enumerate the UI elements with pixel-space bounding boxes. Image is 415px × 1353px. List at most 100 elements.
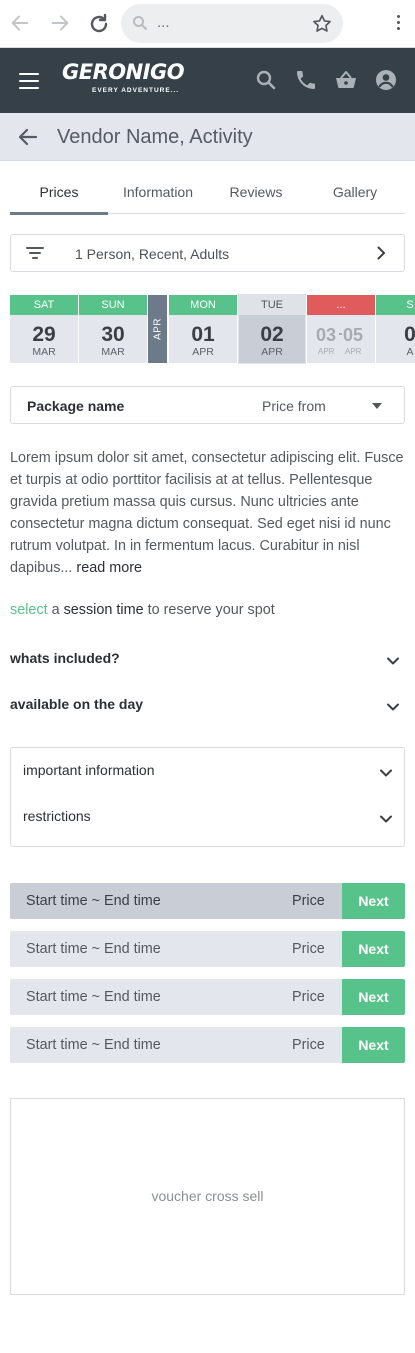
page-title-bar: Vendor Name, Activity bbox=[0, 113, 415, 161]
date-month: APR bbox=[192, 346, 214, 358]
tab-prices[interactable]: Prices bbox=[10, 172, 108, 215]
accordion-label: restrictions bbox=[23, 808, 91, 824]
basket-icon[interactable] bbox=[334, 68, 358, 92]
back-arrow-icon[interactable] bbox=[16, 125, 40, 149]
search-icon bbox=[132, 15, 148, 31]
accordion-label: available on the day bbox=[10, 696, 144, 712]
accordion-label: important information bbox=[23, 762, 155, 778]
accordion-whats-included[interactable]: whats included? bbox=[10, 648, 405, 672]
filter-icon bbox=[26, 246, 44, 260]
tab-gallery[interactable]: Gallery bbox=[306, 172, 404, 214]
read-more-link[interactable]: read more bbox=[76, 560, 142, 576]
next-button[interactable]: Next bbox=[342, 1027, 405, 1063]
tab-reviews[interactable]: Reviews bbox=[207, 172, 305, 214]
date-number: 0 bbox=[404, 323, 415, 346]
date-weekday: ... bbox=[307, 295, 375, 315]
activity-description: Lorem ipsum dolor sit amet, consectetur … bbox=[10, 447, 408, 579]
reload-icon[interactable] bbox=[87, 12, 111, 36]
date-month: APR bbox=[318, 347, 335, 356]
date-range-unavailable: ... 03 05 APR APR bbox=[307, 295, 375, 363]
description-text: Lorem ipsum dolor sit amet, consectetur … bbox=[10, 450, 404, 576]
package-price: Price from bbox=[262, 398, 326, 414]
date-weekday: SAT bbox=[10, 295, 78, 315]
site-header: GERONIGO EVERY ADVENTURE... bbox=[0, 48, 415, 113]
session-time-word: session time bbox=[63, 602, 144, 618]
package-dropdown[interactable]: Package name Price from bbox=[10, 386, 405, 424]
date-weekday: TUE bbox=[239, 295, 305, 315]
accordion-restrictions[interactable]: restrictions bbox=[23, 806, 393, 830]
date-weekday: SUN bbox=[79, 295, 147, 315]
next-button[interactable]: Next bbox=[342, 931, 405, 967]
session-row[interactable]: Start time ~ End time Price Next bbox=[10, 883, 405, 919]
accordion-label: whats included? bbox=[10, 650, 120, 666]
address-bar[interactable]: ... bbox=[121, 4, 343, 43]
page-title: Vendor Name, Activity bbox=[57, 126, 253, 148]
date-cell[interactable]: MON 01 APR bbox=[169, 295, 237, 363]
date-month: APR bbox=[261, 346, 283, 358]
package-name: Package name bbox=[27, 398, 125, 414]
date-month: MAR bbox=[101, 346, 125, 358]
browser-back-icon[interactable] bbox=[9, 12, 31, 34]
search-icon[interactable] bbox=[254, 68, 278, 92]
site-logo[interactable]: GERONIGO EVERY ADVENTURE... bbox=[62, 60, 186, 100]
date-month: A bbox=[406, 346, 414, 358]
instruction-text: a bbox=[47, 602, 64, 618]
chevron-down-icon bbox=[379, 812, 393, 826]
accordion-available-on-the-day[interactable]: available on the day bbox=[10, 694, 405, 718]
session-time: Start time ~ End time bbox=[26, 941, 161, 957]
session-instruction: select a session time to reserve your sp… bbox=[10, 602, 275, 618]
date-cell-selected[interactable]: TUE 02 APR bbox=[238, 294, 306, 364]
address-text: ... bbox=[157, 14, 170, 31]
browser-menu-icon[interactable] bbox=[390, 13, 406, 35]
date-number: 29 bbox=[32, 323, 56, 346]
date-number: 30 bbox=[101, 323, 125, 346]
session-time: Start time ~ End time bbox=[26, 989, 161, 1005]
caret-down-icon bbox=[372, 403, 382, 409]
date-cell[interactable]: S 0 A bbox=[376, 295, 415, 363]
date-number: 05 bbox=[343, 325, 364, 345]
select-word: select bbox=[10, 602, 48, 618]
info-panel: important information restrictions bbox=[10, 747, 405, 847]
date-number: 03 bbox=[316, 325, 337, 345]
next-button[interactable]: Next bbox=[342, 883, 405, 919]
date-range-dash bbox=[339, 333, 342, 335]
session-time: Start time ~ End time bbox=[26, 1037, 161, 1053]
instruction-text: to reserve your spot bbox=[143, 602, 275, 618]
chevron-down-icon bbox=[379, 766, 393, 780]
date-number: 01 bbox=[191, 323, 215, 346]
date-month: APR bbox=[345, 347, 362, 356]
session-price: Price bbox=[292, 989, 325, 1005]
date-cell[interactable]: SAT 29 MAR bbox=[10, 295, 78, 363]
session-row[interactable]: Start time ~ End time Price Next bbox=[10, 979, 405, 1015]
menu-icon[interactable] bbox=[19, 73, 39, 89]
session-row[interactable]: Start time ~ End time Price Next bbox=[10, 931, 405, 967]
tab-information[interactable]: Information bbox=[109, 172, 207, 214]
voucher-cross-sell[interactable]: voucher cross sell bbox=[10, 1098, 405, 1295]
browser-forward-icon[interactable] bbox=[49, 12, 71, 34]
cross-sell-label: voucher cross sell bbox=[151, 1188, 264, 1204]
month-separator: APR bbox=[148, 295, 167, 363]
date-picker-strip: SAT 29 MAR SUN 30 MAR APR MON 01 APR TUE… bbox=[10, 294, 415, 364]
logo-tagline: EVERY ADVENTURE... bbox=[92, 87, 180, 94]
next-button[interactable]: Next bbox=[342, 979, 405, 1015]
bookmark-star-icon[interactable] bbox=[311, 13, 333, 35]
date-number: 02 bbox=[260, 323, 284, 346]
filter-summary: 1 Person, Recent, Adults bbox=[75, 246, 230, 262]
session-price: Price bbox=[292, 1037, 325, 1053]
browser-toolbar: ... bbox=[0, 0, 415, 48]
filter-selector[interactable]: 1 Person, Recent, Adults bbox=[10, 234, 405, 272]
session-price: Price bbox=[292, 893, 325, 909]
date-weekday: S bbox=[376, 295, 415, 315]
date-weekday: MON bbox=[169, 295, 237, 315]
date-month: MAR bbox=[32, 346, 56, 358]
phone-icon[interactable] bbox=[294, 68, 318, 92]
accordion-important-information[interactable]: important information bbox=[23, 760, 393, 784]
tab-bar: Prices Information Reviews Gallery bbox=[10, 172, 405, 215]
session-price: Price bbox=[292, 941, 325, 957]
session-row[interactable]: Start time ~ End time Price Next bbox=[10, 1027, 405, 1063]
chevron-right-icon bbox=[373, 245, 389, 261]
account-icon[interactable] bbox=[374, 68, 398, 92]
date-cell[interactable]: SUN 30 MAR bbox=[79, 295, 147, 363]
logo-wordmark: GERONIGO bbox=[62, 60, 185, 84]
chevron-down-icon bbox=[386, 700, 400, 714]
